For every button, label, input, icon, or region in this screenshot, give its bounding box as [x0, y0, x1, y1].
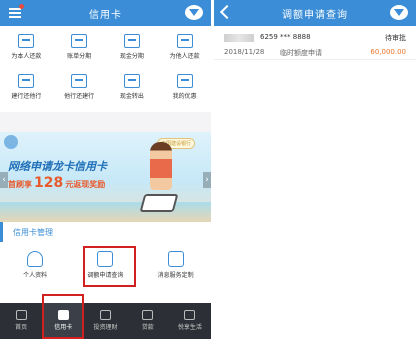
banner-headline: 网络申请龙卡信用卡: [8, 160, 107, 173]
manage-item-label: 消息服务定制: [157, 272, 194, 279]
manage-item-profile[interactable]: 个人资料: [0, 246, 70, 290]
tab-investment[interactable]: 投资理财: [84, 303, 126, 339]
person-icon: [27, 251, 44, 267]
quick-action-cash-out[interactable]: 现金转出: [106, 72, 159, 112]
tab-label: 悦享生活: [177, 324, 202, 331]
quick-action-label: 我的优惠: [172, 93, 197, 100]
card-number: 6259 *** 8888: [260, 33, 311, 41]
card-management-grid: 个人资料 调额申请查询 消息服务定制: [0, 242, 211, 290]
cash-installment-icon: [123, 34, 140, 48]
tab-credit-card[interactable]: 信用卡: [42, 294, 85, 339]
tab-life[interactable]: 悦享生活: [169, 303, 211, 339]
tab-label: 贷款: [141, 324, 154, 331]
diamond-icon[interactable]: [185, 5, 203, 20]
manage-item-limit-query[interactable]: 调额申请查询: [70, 246, 140, 290]
credit-card-icon: [57, 310, 69, 320]
quick-action-my-offers[interactable]: 我的优惠: [158, 72, 211, 112]
manage-item-message[interactable]: 消息服务定制: [141, 246, 211, 290]
transfer-out-icon: [18, 74, 35, 88]
quick-action-label: 建行还他行: [11, 93, 42, 100]
tab-label: 信用卡: [54, 324, 73, 331]
cash-out-icon: [123, 74, 140, 88]
quick-action-cash-installment[interactable]: 现金分期: [106, 32, 159, 72]
manage-item-label: 个人资料: [23, 272, 48, 279]
life-icon: [184, 310, 196, 320]
manage-item-label: 调额申请查询: [87, 272, 124, 279]
banner-subline: 首刷享 128 元返现奖励: [8, 175, 105, 191]
quick-action-label: 为他人还款: [169, 53, 200, 60]
limit-query-icon: [97, 251, 114, 267]
tab-home[interactable]: 首页: [0, 303, 42, 339]
application-type: 临时额度申请: [280, 49, 322, 57]
chevron-left-icon[interactable]: ‹: [0, 172, 8, 188]
quick-action-label: 他行还建行: [64, 93, 95, 100]
bill-installment-icon: [71, 34, 88, 48]
section-title: 信用卡管理: [0, 222, 211, 242]
credit-card-home-screen: 信用卡 为本人还款 账单分期 现金分期 为他人还款 建行还他行 他行还建行 现金…: [0, 0, 211, 339]
banner-subline-suffix: 元返现奖励: [65, 180, 106, 189]
list-item[interactable]: 6259 *** 8888 待审批 2018/11/28 临时额度申请 60,0…: [214, 26, 416, 60]
top-bar: 调额申请查询: [214, 0, 416, 26]
bottom-tab-bar: 首页 信用卡 投资理财 贷款 悦享生活: [0, 294, 211, 339]
page-title: 调额申请查询: [282, 10, 348, 21]
banner-tablet-image: [139, 194, 179, 212]
banner-water: [0, 202, 211, 222]
banner-amount: 128: [34, 175, 64, 191]
repay-others-icon: [176, 34, 193, 48]
banner-subline-prefix: 首刷享: [8, 180, 32, 189]
page-title: 信用卡: [89, 10, 122, 21]
quick-actions-grid: 为本人还款 账单分期 现金分期 为他人还款 建行还他行 他行还建行 现金转出 我…: [0, 26, 211, 112]
banner-decoration: [4, 135, 18, 149]
promo-banner[interactable]: 中国建设银行 网络申请龙卡信用卡 首刷享 128 元返现奖励 ‹ ›: [0, 132, 211, 222]
quick-action-ccb-to-other[interactable]: 建行还他行: [0, 72, 53, 112]
status-badge: 待审批: [385, 34, 406, 42]
tab-label: 首页: [15, 324, 28, 331]
quick-action-bill-installment[interactable]: 账单分期: [53, 32, 106, 72]
quick-action-label: 现金分期: [119, 53, 144, 60]
message-icon: [167, 251, 184, 267]
quick-action-repay-self[interactable]: 为本人还款: [0, 32, 53, 72]
masked-card-prefix: [224, 34, 254, 42]
home-icon: [15, 310, 27, 320]
top-bar: 信用卡: [0, 0, 211, 26]
tab-loan[interactable]: 贷款: [127, 303, 169, 339]
chevron-right-icon[interactable]: ›: [203, 172, 211, 188]
tab-label: 投资理财: [93, 324, 118, 331]
transfer-in-icon: [71, 74, 88, 88]
banner-person-image: [150, 142, 172, 190]
application-date: 2018/11/28: [224, 48, 265, 56]
repay-icon: [18, 34, 35, 48]
quick-action-label: 为本人还款: [11, 53, 42, 60]
coupon-icon: [176, 74, 193, 88]
quick-action-label: 现金转出: [119, 93, 144, 100]
quick-action-other-to-ccb[interactable]: 他行还建行: [53, 72, 106, 112]
diamond-icon[interactable]: [390, 5, 408, 20]
loan-icon: [142, 310, 154, 320]
quick-action-repay-others[interactable]: 为他人还款: [158, 32, 211, 72]
quick-action-label: 账单分期: [67, 53, 92, 60]
application-amount: 60,000.00: [370, 48, 406, 56]
limit-query-screen: 调额申请查询 6259 *** 8888 待审批 2018/11/28 临时额度…: [214, 0, 416, 339]
investment-icon: [100, 310, 111, 320]
